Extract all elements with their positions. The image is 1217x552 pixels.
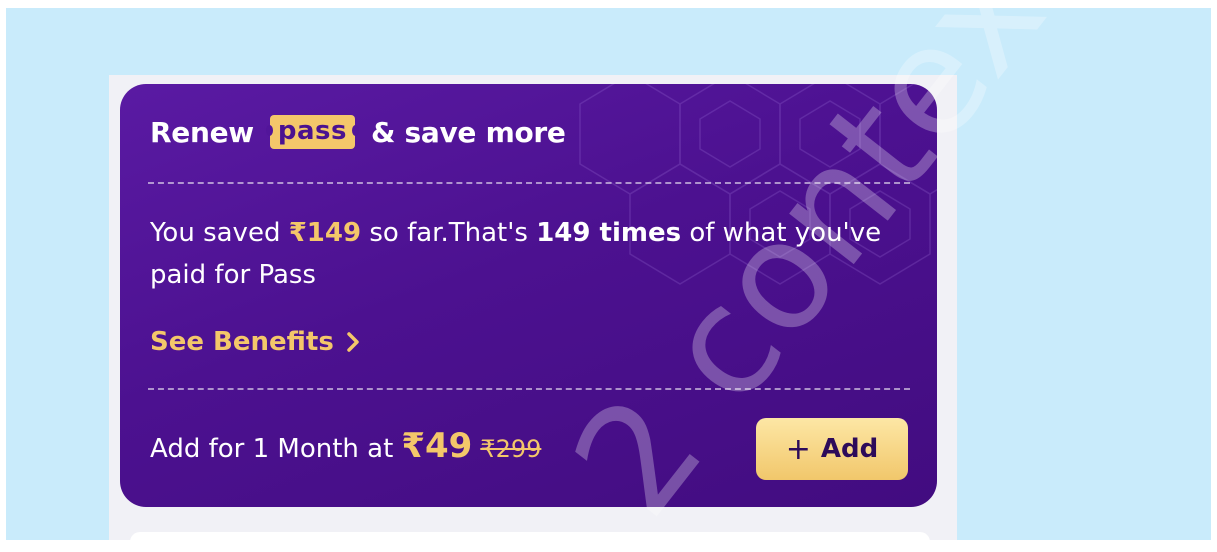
pass-logo: pass [265, 115, 360, 149]
savings-text-2: so far.That's [361, 218, 537, 248]
savings-text-1: You saved [150, 218, 289, 248]
savings-message: You saved ₹149 so far.That's 149 times o… [150, 212, 920, 296]
add-button-label: Add [820, 434, 879, 464]
plus-icon: + [785, 431, 811, 467]
see-benefits-label: See Benefits [150, 327, 334, 357]
next-card-peek [130, 532, 930, 552]
pass-renewal-card: Renew pass & save more You saved ₹149 so… [120, 84, 937, 507]
dashed-divider [148, 182, 910, 184]
chevron-right-icon [347, 332, 359, 352]
original-price: ₹299 [480, 435, 542, 463]
headline-suffix: & save more [370, 115, 566, 149]
offer-price: ₹49 [401, 426, 473, 466]
see-benefits-link[interactable]: See Benefits [150, 324, 360, 360]
card-headline: Renew pass & save more [150, 112, 566, 152]
headline-prefix: Renew [150, 115, 254, 149]
add-pass-button[interactable]: + Add [756, 418, 908, 480]
savings-multiple: 149 times [536, 218, 682, 248]
dashed-divider [148, 388, 910, 390]
offer-label: Add for 1 Month at [150, 434, 394, 464]
pass-offer: Add for 1 Month at ₹49 ₹299 [150, 426, 541, 466]
saved-amount: ₹149 [288, 218, 362, 248]
